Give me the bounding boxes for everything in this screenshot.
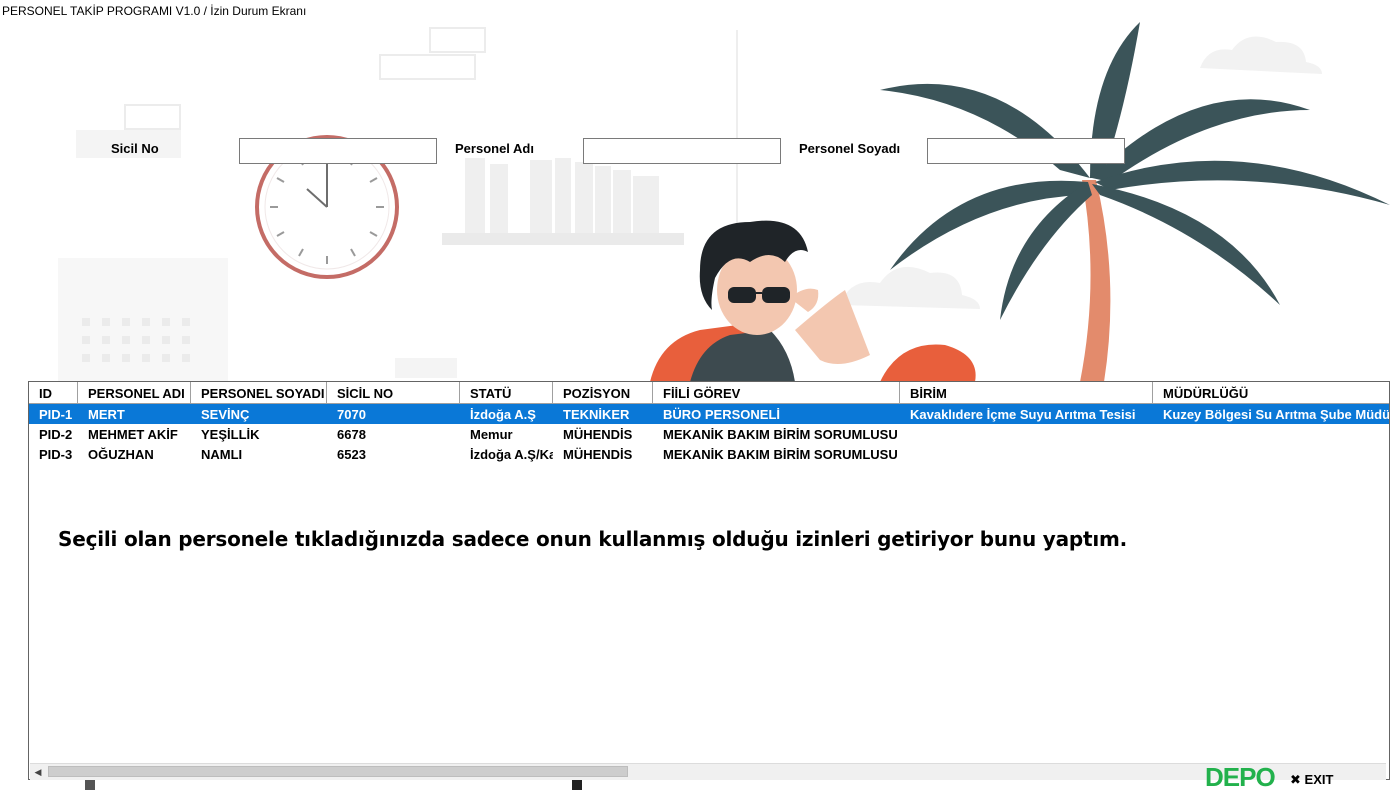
cell-mudurlugu [1153, 444, 1389, 464]
cell-birim: Kavaklıdere İçme Suyu Arıtma Tesisi [910, 407, 1136, 422]
cell-personel-adi: MERT [88, 407, 125, 422]
cell-personel-soyadi: NAMLI [201, 447, 243, 462]
column-header-mudurlugu[interactable]: MÜDÜRLÜĞÜ [1153, 382, 1389, 404]
cell-mudurlugu [1153, 424, 1389, 444]
scroll-left-arrow-icon[interactable]: ◀ [32, 766, 44, 778]
cell-pozisyon: MÜHENDİS [563, 447, 633, 462]
column-header-birim[interactable]: BİRİM [900, 382, 1153, 404]
personel-adi-label: Personel Adı [455, 141, 534, 156]
grid-header: ID PERSONEL ADI PERSONEL SOYADI SİCİL NO… [29, 382, 1389, 404]
cell-id: PID-3 [39, 447, 73, 462]
cell-pozisyon: TEKNİKER [563, 407, 630, 422]
column-header-fiili-gorev[interactable]: FİİLİ GÖREV [653, 382, 900, 404]
table-row[interactable]: PID-1 MERT SEVİNÇ 7070 İzdoğa A.Ş TEKNİK… [29, 404, 1390, 424]
cell-id: PID-2 [39, 427, 73, 442]
personel-soyadi-label: Personel Soyadı [799, 141, 901, 156]
cell-birim [900, 424, 1153, 444]
cell-pozisyon: MÜHENDİS [563, 427, 633, 442]
cell-personel-soyadi: SEVİNÇ [201, 407, 250, 422]
table-row[interactable]: PID-3 OĞUZHAN NAMLI 6523 İzdoğa A.Ş/Ka M… [29, 444, 1389, 464]
cell-statu: İzdoğa A.Ş/Ka [470, 447, 553, 462]
column-header-statu[interactable]: STATÜ [460, 382, 553, 404]
personel-soyadi-input[interactable] [927, 138, 1125, 164]
cell-fiili-gorev: MEKANİK BAKIM BİRİM SORUMLUSU [663, 427, 898, 442]
personel-adi-input[interactable] [583, 138, 781, 164]
sicil-no-label: Sicil No [111, 141, 159, 156]
annotation-note: Seçili olan personele tıkladığınızda sad… [58, 527, 1128, 551]
cell-personel-adi: MEHMET AKİF [88, 427, 178, 442]
cell-fiili-gorev: MEKANİK BAKIM BİRİM SORUMLUSU [663, 447, 898, 462]
cell-sicil-no: 6523 [337, 447, 366, 462]
cell-sicil-no: 7070 [337, 407, 366, 422]
table-row[interactable]: PID-2 MEHMET AKİF YEŞİLLİK 6678 Memur MÜ… [29, 424, 1389, 444]
personel-grid[interactable]: ID PERSONEL ADI PERSONEL SOYADI SİCİL NO… [28, 381, 1390, 780]
column-header-personel-soyadi[interactable]: PERSONEL SOYADI [191, 382, 327, 404]
scrollbar-thumb[interactable] [48, 766, 628, 777]
column-header-id[interactable]: ID [29, 382, 78, 404]
cell-sicil-no: 6678 [337, 427, 366, 442]
sicil-no-input[interactable] [239, 138, 437, 164]
watermark-logo: DEPO [1205, 762, 1276, 792]
palm-tree-illustration [880, 22, 1390, 382]
window-title: PERSONEL TAKİP PROGRAMI V1.0 / İzin Duru… [2, 4, 307, 18]
cell-fiili-gorev: BÜRO PERSONELİ [663, 407, 781, 422]
horizontal-scrollbar[interactable]: ◀ [30, 763, 1386, 780]
exit-label: EXIT [1304, 772, 1334, 787]
cell-personel-adi: OĞUZHAN [88, 447, 154, 462]
cell-birim [900, 444, 1153, 464]
column-header-personel-adi[interactable]: PERSONEL ADI [78, 382, 191, 404]
exit-button[interactable]: ✖ EXIT [1290, 772, 1333, 788]
close-icon: ✖ [1290, 772, 1301, 787]
column-header-sicil-no[interactable]: SİCİL NO [327, 382, 460, 404]
cell-id: PID-1 [39, 407, 73, 422]
column-header-pozisyon[interactable]: POZİSYON [553, 382, 653, 404]
cell-mudurlugu: Kuzey Bölgesi Su Arıtma Şube Müdü [1163, 407, 1390, 422]
cell-personel-soyadi: YEŞİLLİK [201, 427, 260, 442]
cell-statu: İzdoğa A.Ş [470, 407, 536, 422]
cell-statu: Memur [470, 427, 513, 442]
